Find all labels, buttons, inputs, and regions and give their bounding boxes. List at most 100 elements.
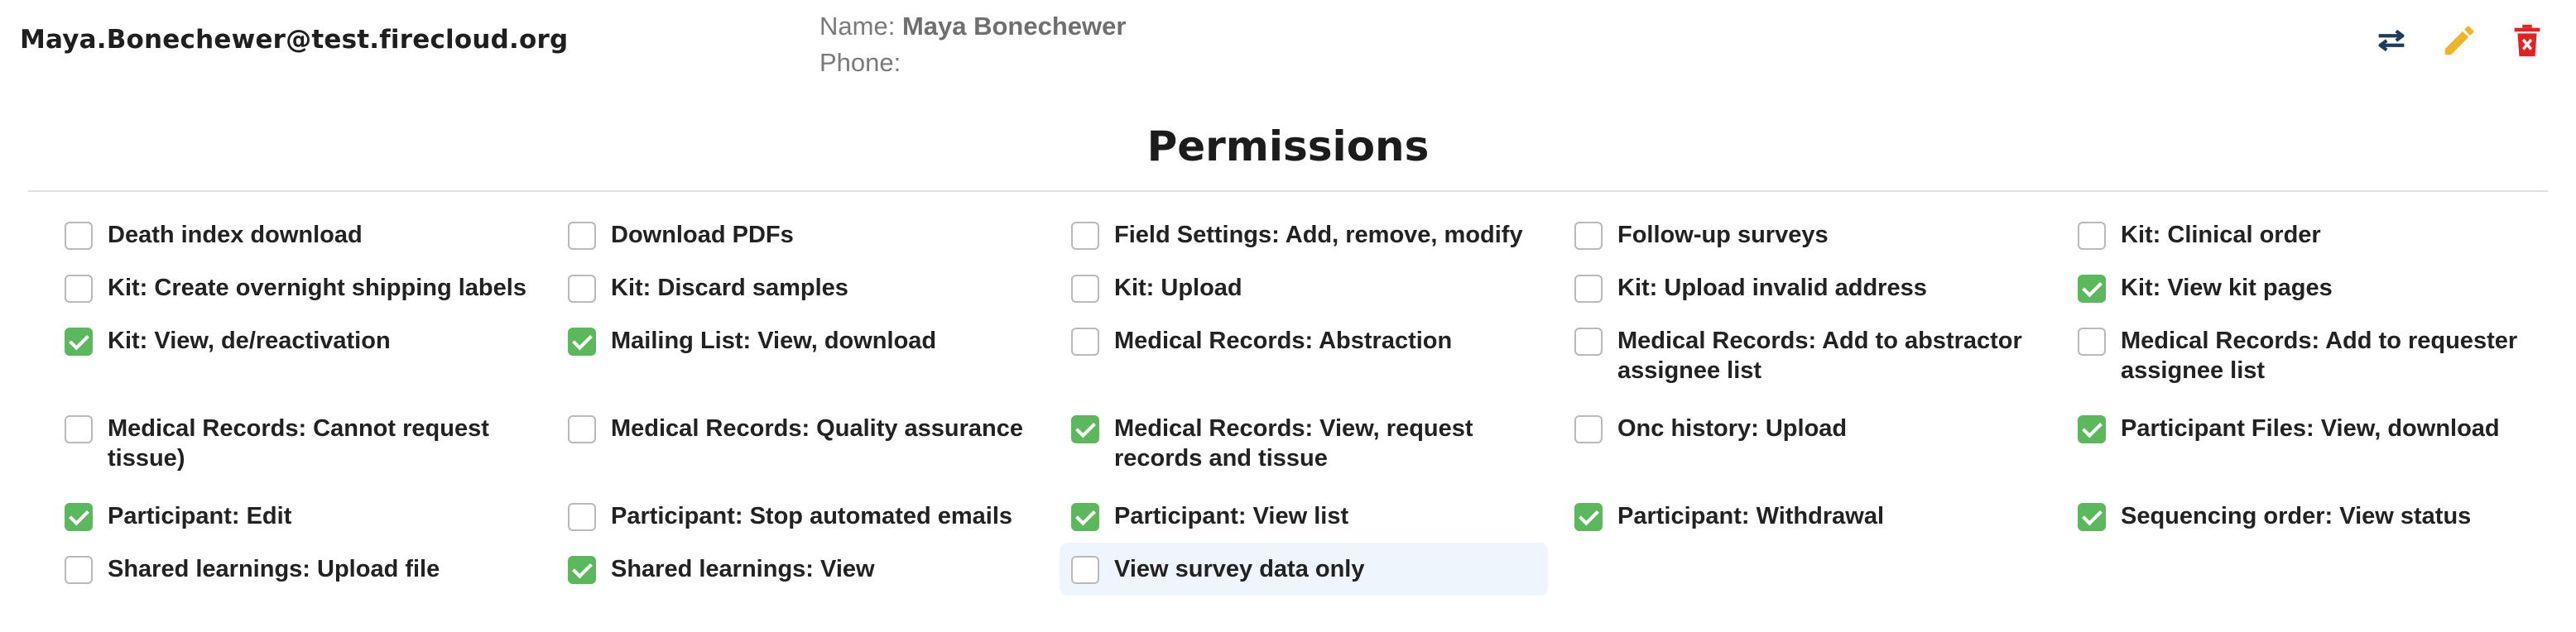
permission-label: Kit: Clinical order xyxy=(2121,222,2321,248)
permission-label: Sequencing order: View status xyxy=(2121,503,2472,529)
phone-label: Phone: xyxy=(819,48,901,77)
permission-label: Participant: Withdrawal xyxy=(1617,503,1885,529)
permission-label: Medical Records: Add to abstractor assig… xyxy=(1617,328,2022,384)
phone-row: Phone: xyxy=(819,45,1126,81)
checkbox-unchecked[interactable] xyxy=(1574,415,1603,443)
checkbox-unchecked[interactable] xyxy=(1574,328,1603,356)
permission-item[interactable]: Medical Records: Cannot request tissue) xyxy=(53,402,556,490)
checkbox-unchecked[interactable] xyxy=(2078,222,2106,250)
permission-item[interactable]: Death index download xyxy=(53,208,556,261)
checkbox-unchecked[interactable] xyxy=(65,275,93,303)
permission-item[interactable]: Participant: Stop automated emails xyxy=(556,490,1060,543)
checkbox-unchecked[interactable] xyxy=(568,275,596,303)
permission-label: Kit: View kit pages xyxy=(2121,275,2333,301)
permission-item[interactable]: Medical Records: View, request records a… xyxy=(1060,402,1563,490)
checkbox-unchecked[interactable] xyxy=(65,556,93,584)
permission-item[interactable]: Kit: Clinical order xyxy=(2066,208,2569,261)
permission-item[interactable]: Mailing List: View, download xyxy=(556,314,1060,402)
user-permissions-page: Maya.Bonechewer@test.firecloud.org Name:… xyxy=(0,0,2576,632)
user-header: Maya.Bonechewer@test.firecloud.org Name:… xyxy=(0,0,2576,91)
delete-button[interactable] xyxy=(2508,22,2546,60)
permission-label: Medical Records: Cannot request tissue) xyxy=(108,415,489,472)
checkbox-unchecked[interactable] xyxy=(65,222,93,250)
permission-item[interactable]: Participant: View list xyxy=(1060,490,1563,543)
permissions-grid: Death index download Download PDFs Field S… xyxy=(53,208,2569,596)
permission-item[interactable]: Participant Files: View, download xyxy=(2066,402,2569,490)
permission-label: Participant Files: View, download xyxy=(2121,415,2500,442)
name-row: Name: Maya Bonechewer xyxy=(819,8,1126,45)
permission-item[interactable]: Kit: Upload xyxy=(1060,261,1563,314)
pencil-icon xyxy=(2444,26,2474,55)
permission-item[interactable]: Medical Records: Abstraction xyxy=(1060,314,1563,402)
permission-item[interactable]: Field Settings: Add, remove, modify xyxy=(1060,208,1563,261)
permission-label: Participant: Edit xyxy=(108,503,292,529)
checkbox-checked[interactable] xyxy=(1071,503,1099,531)
checkbox-checked[interactable] xyxy=(65,328,93,356)
permission-item[interactable]: Follow-up surveys xyxy=(1563,208,2066,261)
permission-item[interactable]: Medical Records: Quality assurance xyxy=(556,402,1060,490)
permission-item[interactable]: Download PDFs xyxy=(556,208,1060,261)
permission-item[interactable]: Kit: View, de/reactivation xyxy=(53,314,556,402)
permission-label: Kit: View, de/reactivation xyxy=(108,328,391,354)
permission-item[interactable]: Sequencing order: View status xyxy=(2066,490,2569,543)
checkbox-unchecked[interactable] xyxy=(65,415,93,443)
checkbox-unchecked[interactable] xyxy=(568,222,596,250)
checkbox-checked[interactable] xyxy=(2078,503,2106,531)
permission-item[interactable]: Participant: Edit xyxy=(53,490,556,543)
checkbox-unchecked[interactable] xyxy=(1071,222,1099,250)
permission-item[interactable]: Medical Records: Add to abstractor assig… xyxy=(1563,314,2066,402)
permission-item[interactable]: Kit: Discard samples xyxy=(556,261,1060,314)
permission-item[interactable]: Kit: Upload invalid address xyxy=(1563,261,2066,314)
checkbox-checked[interactable] xyxy=(568,328,596,356)
checkbox-unchecked[interactable] xyxy=(568,415,596,443)
checkbox-unchecked[interactable] xyxy=(1574,222,1603,250)
permission-item[interactable]: Medical Records: Add to requester assign… xyxy=(2066,314,2569,402)
checkbox-checked[interactable] xyxy=(65,503,93,531)
permission-item[interactable]: View survey data only xyxy=(1060,543,1548,596)
user-email: Maya.Bonechewer@test.firecloud.org xyxy=(20,25,569,55)
permission-label: Follow-up surveys xyxy=(1617,222,1829,248)
permission-label: Medical Records: Quality assurance xyxy=(611,415,1024,442)
permission-label: Download PDFs xyxy=(611,222,794,248)
checkbox-unchecked[interactable] xyxy=(568,503,596,531)
permission-label: Field Settings: Add, remove, modify xyxy=(1114,222,1523,248)
permission-label: Medical Records: Abstraction xyxy=(1114,328,1453,354)
name-label: Name: xyxy=(819,12,896,41)
checkbox-checked[interactable] xyxy=(1574,503,1603,531)
name-value: Maya Bonechewer xyxy=(901,12,1127,41)
permission-label: Shared learnings: View xyxy=(611,556,875,582)
permission-label: Kit: Upload xyxy=(1114,275,1242,301)
permission-item[interactable]: Participant: Withdrawal xyxy=(1563,490,2066,543)
delete-icon xyxy=(2514,24,2540,57)
permission-item[interactable]: Kit: Create overnight shipping labels xyxy=(53,261,556,314)
checkbox-checked[interactable] xyxy=(568,556,596,584)
permission-label: Mailing List: View, download xyxy=(611,328,937,354)
permission-item[interactable]: Kit: View kit pages xyxy=(2066,261,2569,314)
permission-label: View survey data only xyxy=(1114,556,1365,582)
edit-button[interactable] xyxy=(2440,22,2478,60)
checkbox-unchecked[interactable] xyxy=(1071,275,1099,303)
permission-label: Shared learnings: Upload file xyxy=(108,556,440,582)
permission-item[interactable]: Shared learnings: View xyxy=(556,543,1060,596)
user-meta: Name: Maya Bonechewer Phone: xyxy=(819,8,1126,81)
permission-label: Onc history: Upload xyxy=(1617,415,1848,442)
permission-label: Kit: Create overnight shipping labels xyxy=(108,275,526,301)
section-title: Permissions xyxy=(1146,122,1430,170)
checkbox-unchecked[interactable] xyxy=(1071,328,1099,356)
permission-item[interactable]: Shared learnings: Upload file xyxy=(53,543,556,596)
checkbox-unchecked[interactable] xyxy=(1071,556,1099,584)
permission-label: Medical Records: Add to requester assign… xyxy=(2121,328,2518,384)
permissions-header: Permissions xyxy=(28,116,2548,192)
checkbox-unchecked[interactable] xyxy=(2078,328,2106,356)
checkbox-unchecked[interactable] xyxy=(1574,275,1603,303)
permission-label: Participant: View list xyxy=(1114,503,1349,529)
permission-label: Kit: Upload invalid address xyxy=(1617,275,1927,301)
checkbox-checked[interactable] xyxy=(2078,275,2106,303)
swap-button[interactable] xyxy=(2372,22,2410,60)
permission-item[interactable]: Onc history: Upload xyxy=(1563,402,2066,490)
permission-label: Participant: Stop automated emails xyxy=(611,503,1013,529)
checkbox-checked[interactable] xyxy=(1071,415,1099,443)
swap-arrows-icon xyxy=(2378,29,2405,52)
checkbox-checked[interactable] xyxy=(2078,415,2106,443)
user-actions xyxy=(2372,22,2546,60)
